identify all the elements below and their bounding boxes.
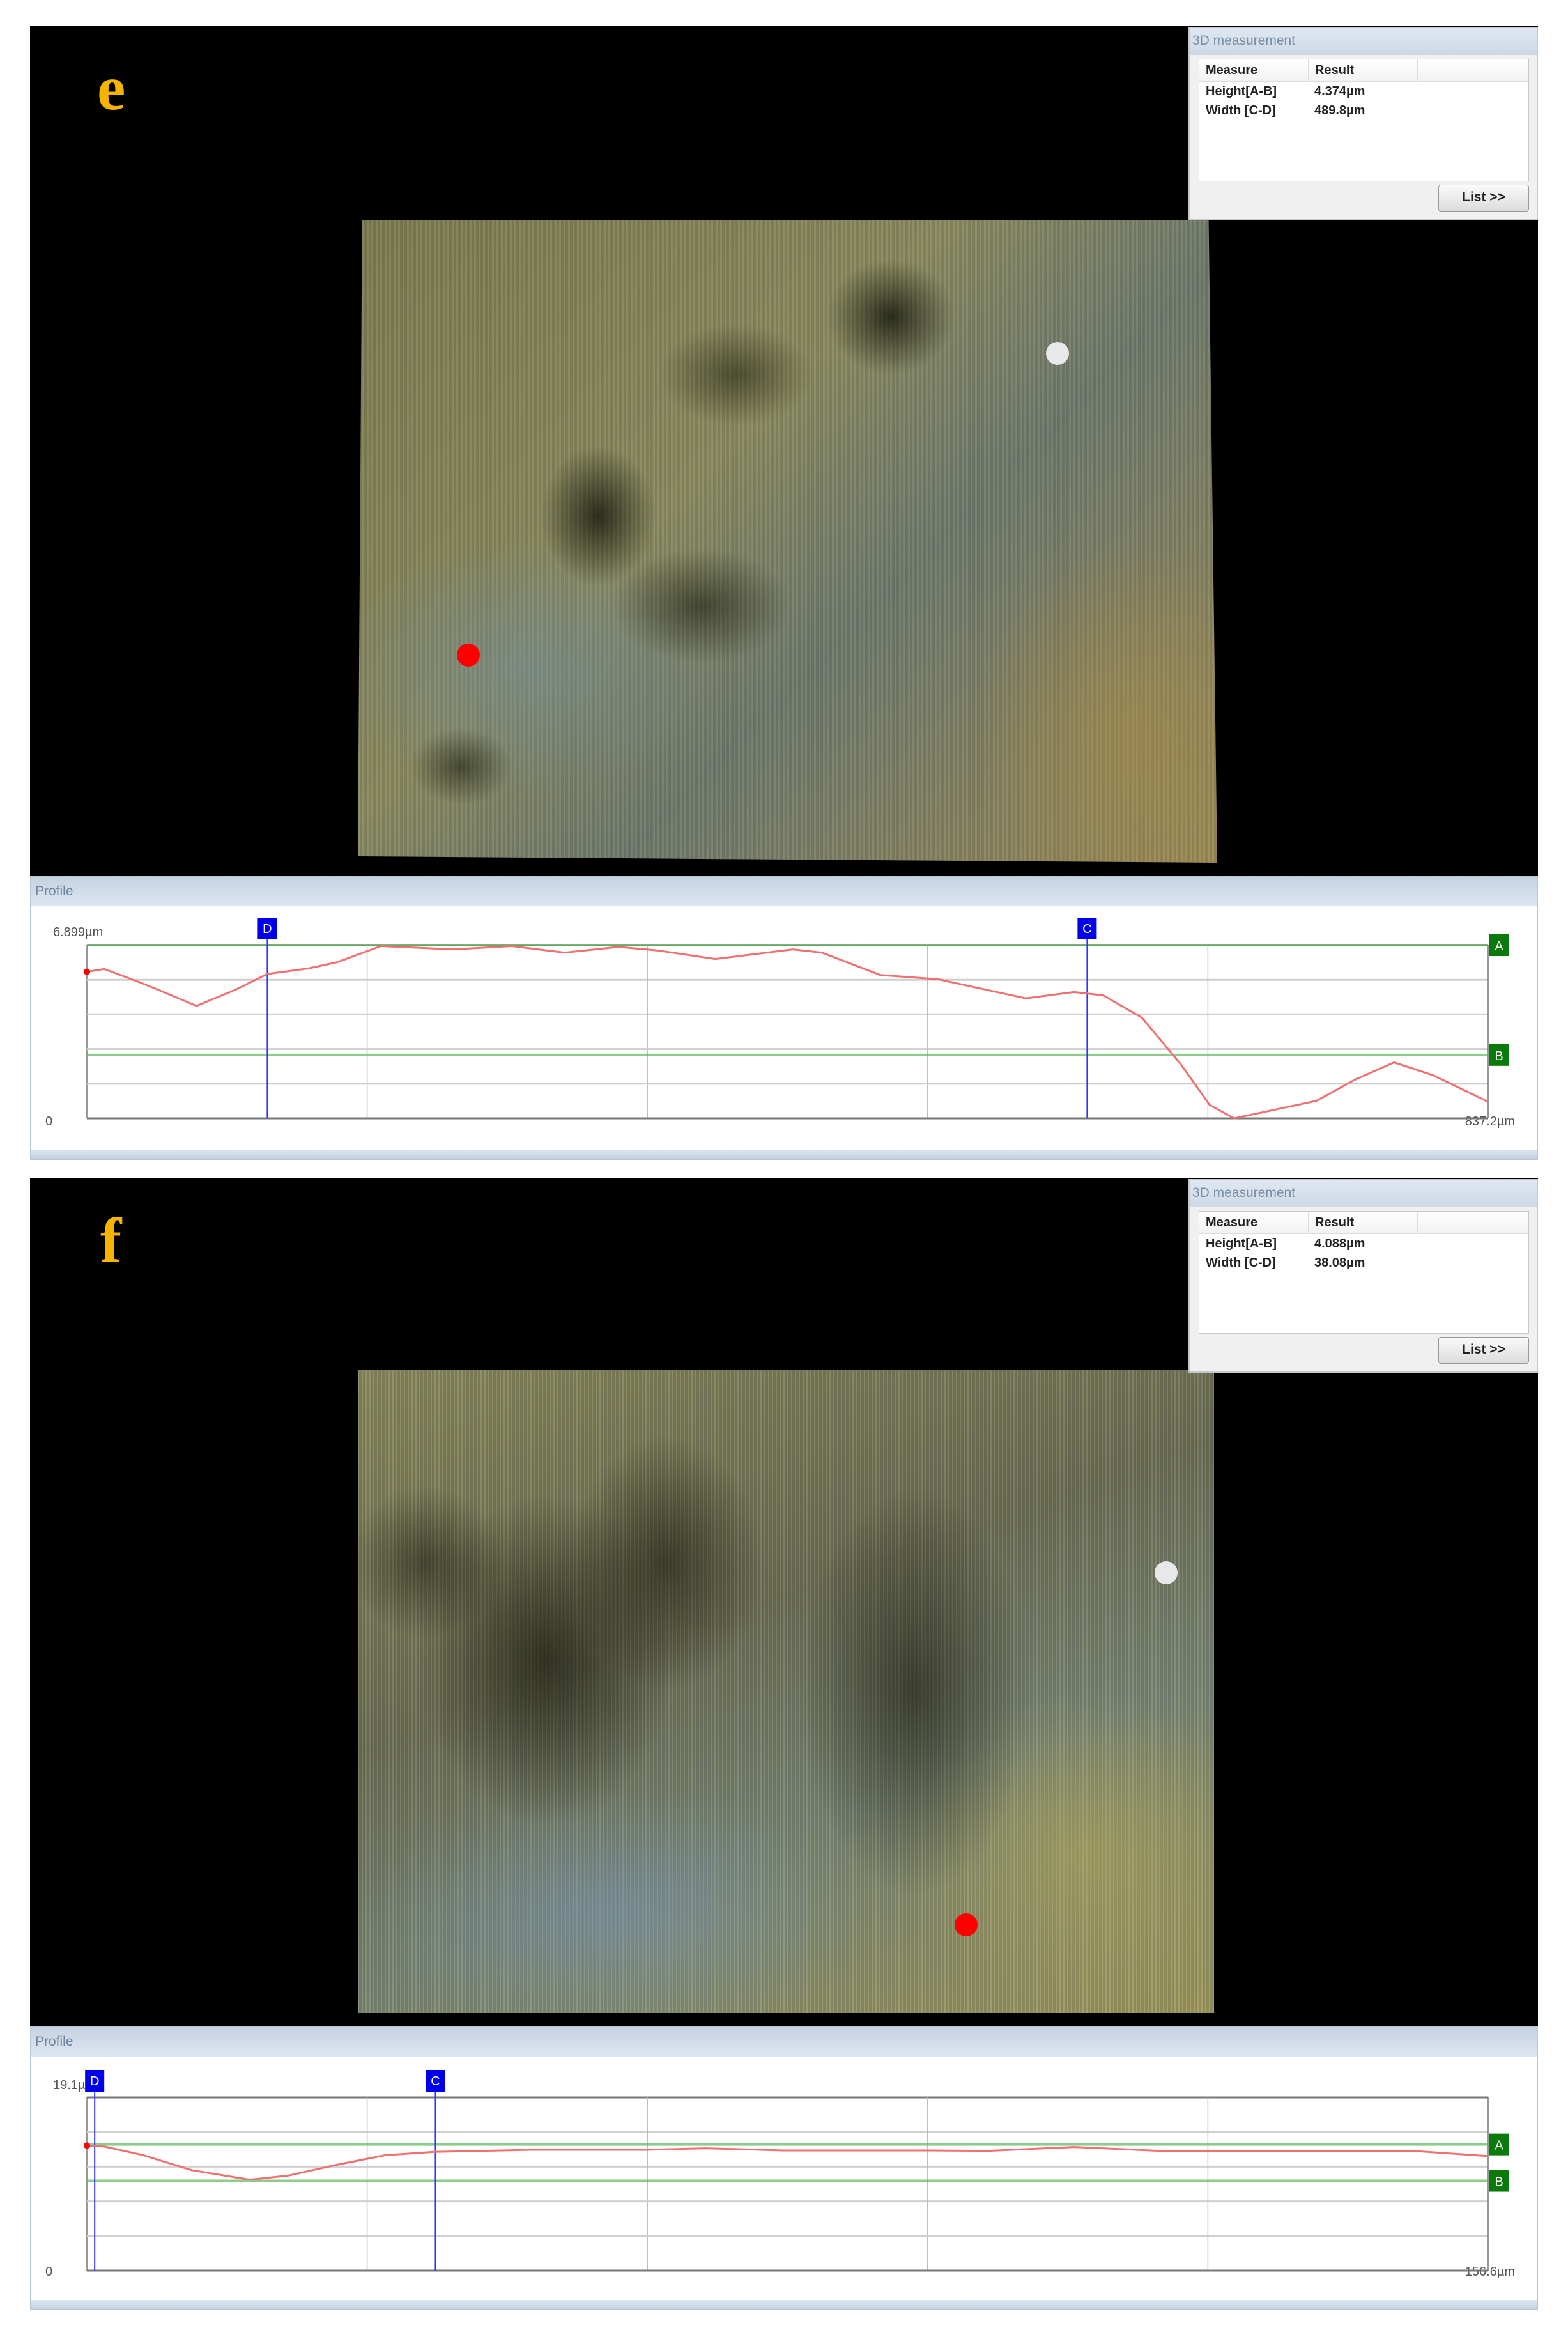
- table-row[interactable]: Width [C-D] 489.8µm: [1199, 101, 1528, 120]
- measurement-panel: 3D measurement Measure Result Height[A-B…: [1188, 1179, 1538, 1373]
- profile-point: [84, 968, 90, 975]
- profile-point: [84, 2142, 90, 2149]
- column-result[interactable]: Result: [1309, 1212, 1418, 1233]
- table-row[interactable]: Height[A-B] 4.088µm: [1199, 1234, 1528, 1253]
- profile-chart: A B C D: [84, 2070, 1509, 2272]
- measure-result: 4.374µm: [1314, 84, 1365, 98]
- panel-letter: e: [97, 52, 126, 123]
- table-header: Measure Result: [1199, 59, 1528, 82]
- surface-image[interactable]: [358, 1370, 1214, 2013]
- measurement-panel: 3D measurement Measure Result Height[A-B…: [1188, 27, 1538, 220]
- panel-letter: f: [100, 1205, 122, 1276]
- point-b-marker[interactable]: [1046, 342, 1069, 365]
- marker-a-label: A: [1495, 2139, 1503, 2153]
- marker-d-label: D: [90, 2074, 99, 2088]
- measurement-table: Measure Result Height[A-B] 4.088µm Width…: [1199, 1211, 1529, 1334]
- marker-b-label: B: [1495, 2175, 1503, 2189]
- column-measure[interactable]: Measure: [1199, 59, 1309, 81]
- list-button[interactable]: List >>: [1438, 1337, 1529, 1364]
- list-button[interactable]: List >>: [1438, 185, 1529, 212]
- marker-d-label: D: [263, 922, 272, 936]
- table-row[interactable]: Width [C-D] 38.08µm: [1199, 1253, 1528, 1272]
- profile-panel: Profile 19.1µm 0 156.6µm ABCD: [30, 2026, 1538, 2310]
- marker-c-label: C: [431, 2074, 440, 2088]
- profile-panel: Profile 6.899µm 0 837.2µm ABCD: [30, 876, 1538, 1160]
- point-b-marker[interactable]: [1155, 1561, 1178, 1584]
- marker-c-label: C: [1082, 922, 1091, 936]
- table-row[interactable]: Height[A-B] 4.374µm: [1199, 82, 1528, 101]
- measure-name: Height[A-B]: [1206, 84, 1277, 98]
- surface-image[interactable]: [358, 220, 1217, 863]
- profile-curve: [86, 945, 1489, 1120]
- measure-name: Width [C-D]: [1206, 1256, 1276, 1270]
- measure-result: 489.8µm: [1314, 104, 1365, 118]
- measurement-title: 3D measurement: [1190, 1180, 1537, 1207]
- measure-name: Width [C-D]: [1206, 104, 1276, 118]
- table-header: Measure Result: [1199, 1212, 1528, 1234]
- point-a-marker[interactable]: [457, 644, 480, 667]
- measure-name: Height[A-B]: [1206, 1237, 1277, 1251]
- viewer-f: f 3D measurement Measure Result Height[A…: [30, 1178, 1538, 2026]
- marker-b-label: B: [1495, 1049, 1503, 1063]
- viewer-e: e 3D measurement Measure Result Height[A…: [30, 26, 1538, 876]
- point-a-marker[interactable]: [955, 1913, 978, 1936]
- column-measure[interactable]: Measure: [1199, 1212, 1309, 1233]
- profile-curve: [86, 2144, 1489, 2181]
- measurement-table: Measure Result Height[A-B] 4.374µm Width…: [1199, 59, 1529, 181]
- measurement-title: 3D measurement: [1190, 28, 1537, 55]
- column-result[interactable]: Result: [1309, 59, 1418, 81]
- measure-result: 38.08µm: [1314, 1256, 1365, 1270]
- measure-result: 4.088µm: [1314, 1237, 1365, 1251]
- marker-a-label: A: [1495, 939, 1503, 953]
- profile-chart: A B C D: [84, 918, 1509, 1120]
